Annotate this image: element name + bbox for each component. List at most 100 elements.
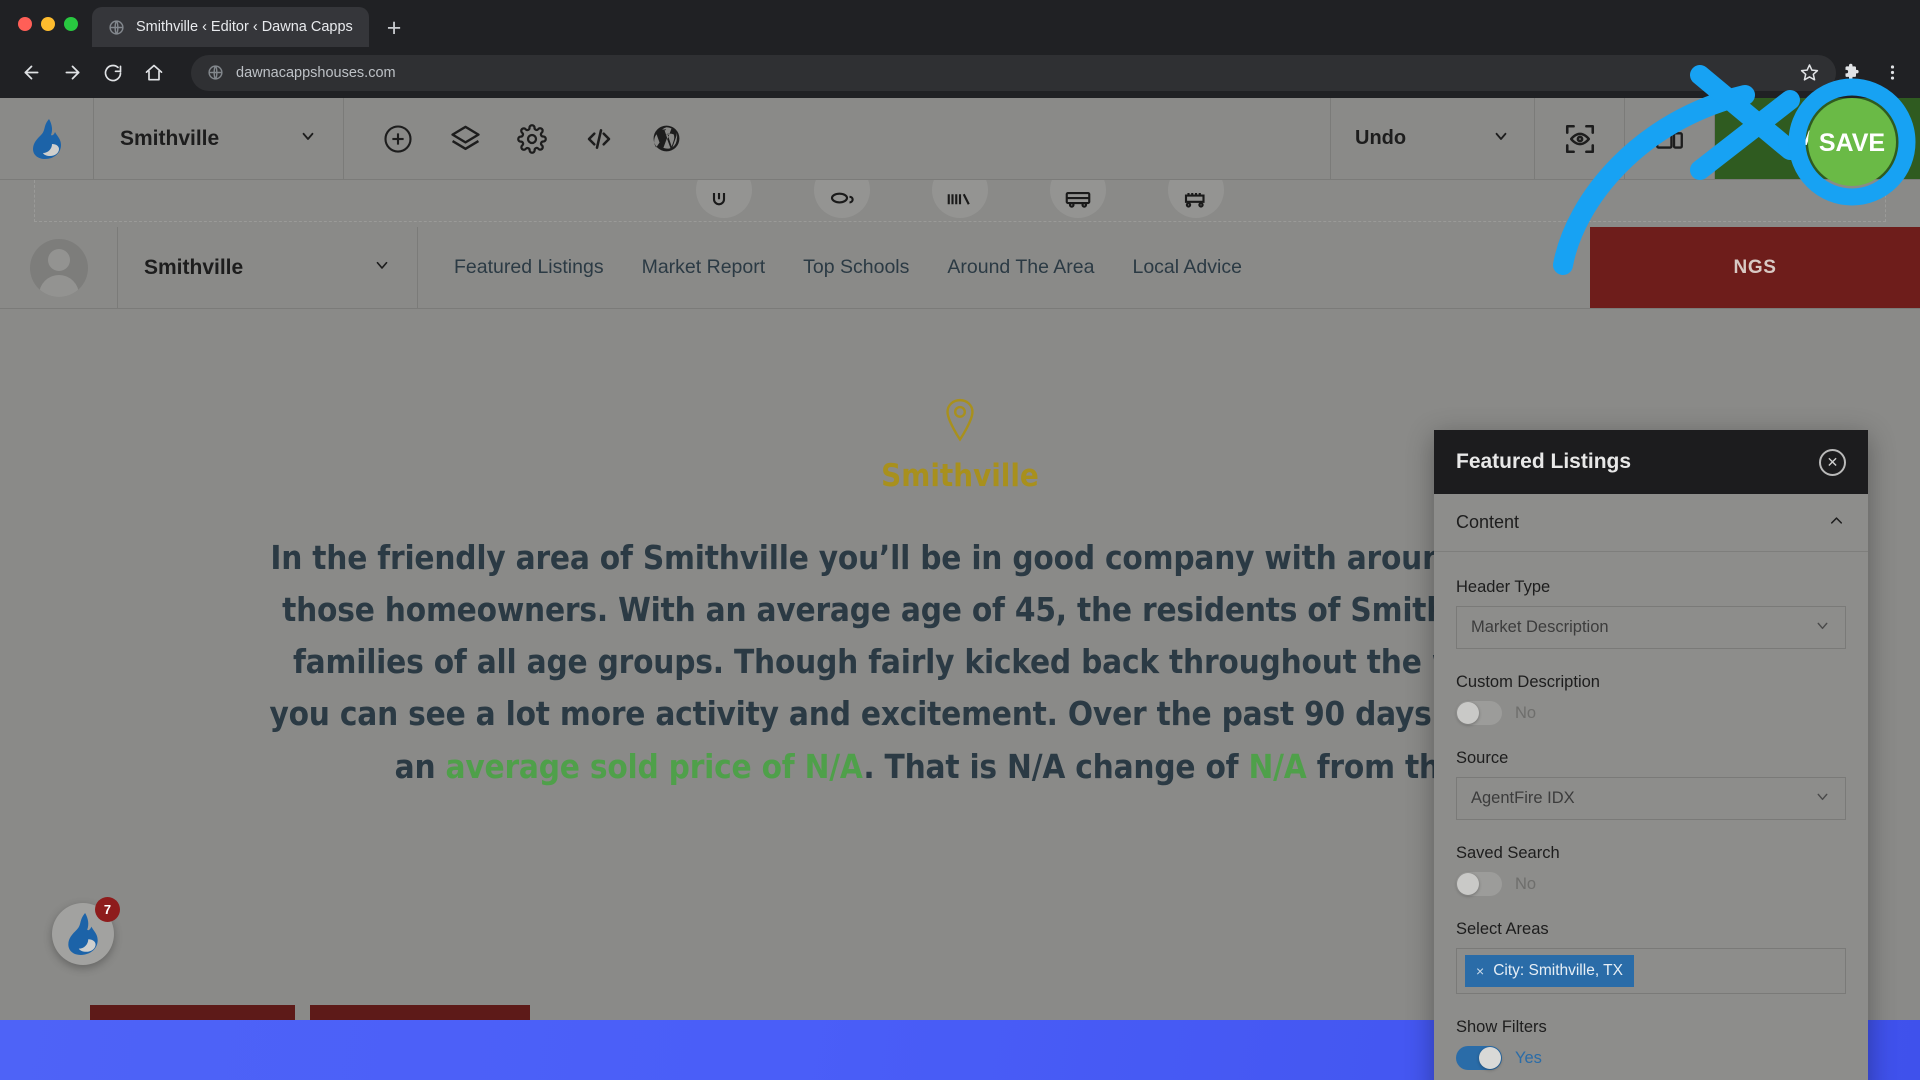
undo-label: Undo — [1355, 127, 1407, 149]
area-tag-label: City: Smithville, TX — [1493, 962, 1623, 979]
nav-site-selector[interactable]: Smithville — [118, 227, 418, 308]
browser-tab-title: Smithville ‹ Editor ‹ Dawna Capps — [136, 19, 353, 35]
transit-icon[interactable] — [1050, 180, 1106, 218]
field-select-areas: Select Areas × City: Smithville, TX — [1456, 920, 1846, 994]
field-header-type: Header Type Market Description — [1456, 578, 1846, 649]
nav-link-local-advice[interactable]: Local Advice — [1132, 256, 1242, 279]
source-select[interactable]: AgentFire IDX — [1456, 777, 1846, 820]
maximize-window-button[interactable] — [64, 16, 78, 31]
chevron-down-icon — [373, 256, 391, 280]
nav-links: Featured Listings Market Report Top Scho… — [418, 256, 1242, 279]
show-filters-toggle-row: Yes — [1456, 1046, 1846, 1070]
code-icon[interactable] — [583, 123, 615, 155]
browser-tabstrip: Smithville ‹ Editor ‹ Dawna Capps + — [0, 0, 1920, 47]
site-selector-label: Smithville — [120, 126, 220, 150]
site-globe-icon — [207, 64, 224, 81]
toggle-knob — [1457, 702, 1479, 724]
reload-button[interactable] — [95, 55, 131, 91]
browser-toolbar: dawnacappshouses.com — [0, 47, 1920, 98]
field-saved-search-label: Saved Search — [1456, 844, 1560, 862]
header-type-select[interactable]: Market Description — [1456, 606, 1846, 649]
avatar[interactable] — [29, 238, 88, 297]
back-button[interactable] — [13, 55, 49, 91]
chevron-up-icon — [1827, 511, 1846, 535]
paragraph-change-value: N/A — [1248, 746, 1307, 786]
close-icon[interactable]: ✕ — [1819, 448, 1846, 476]
chevron-down-icon — [1814, 617, 1831, 639]
site-navigation: Smithville Featured Listings Market Repo… — [0, 227, 1920, 309]
toggle-knob — [1457, 873, 1479, 895]
nav-cta-button[interactable]: NGS — [1590, 227, 1920, 308]
restaurant-icon[interactable] — [696, 180, 752, 218]
field-source-label: Source — [1456, 749, 1509, 767]
inspector-title: Featured Listings — [1456, 450, 1632, 473]
bookmark-star-icon[interactable] — [1798, 62, 1820, 84]
paragraph-line-3: families of all age groups. Though fairl… — [292, 642, 1628, 682]
add-element-icon[interactable] — [382, 123, 414, 155]
paragraph-line-5-a: an — [394, 746, 446, 786]
kebab-menu-icon[interactable] — [1881, 62, 1903, 84]
saved-search-toggle[interactable] — [1456, 872, 1502, 896]
header-type-value: Market Description — [1471, 618, 1609, 636]
close-window-button[interactable] — [18, 16, 32, 31]
chevron-down-icon — [1814, 788, 1831, 810]
page-canvas: Smithville Featured Listings Market Repo… — [0, 180, 1920, 1080]
show-filters-toggle[interactable] — [1456, 1046, 1502, 1070]
nav-link-market-report[interactable]: Market Report — [642, 256, 766, 279]
category-icon-strip — [34, 180, 1886, 222]
element-inspector-panel: Featured Listings ✕ Content Header Type … — [1434, 430, 1868, 1080]
inspector-body: Header Type Market Description Custom De… — [1434, 552, 1868, 1080]
paragraph-line-5-c: . That is N/A change of — [863, 746, 1249, 786]
select-areas-input[interactable]: × City: Smithville, TX — [1456, 948, 1846, 994]
area-tag[interactable]: × City: Smithville, TX — [1465, 955, 1634, 987]
field-header-type-label: Header Type — [1456, 578, 1551, 596]
custom-description-toggle-row: No — [1456, 701, 1846, 725]
shopping-icon[interactable] — [932, 180, 988, 218]
inspector-section-label: Content — [1456, 512, 1520, 532]
address-bar[interactable]: dawnacappshouses.com — [191, 54, 1836, 91]
new-tab-button[interactable]: + — [387, 16, 402, 47]
custom-description-toggle[interactable] — [1456, 701, 1502, 725]
puzzle-icon[interactable] — [1841, 62, 1863, 84]
window-traffic-lights[interactable] — [14, 0, 92, 47]
show-filters-value: Yes — [1515, 1048, 1542, 1067]
preview-eye-icon[interactable] — [1535, 98, 1625, 179]
editor-toolbar: Smithville Undo SAVE — [0, 98, 1920, 180]
field-custom-description-label: Custom Description — [1456, 673, 1600, 691]
coffee-icon[interactable] — [814, 180, 870, 218]
remove-tag-icon[interactable]: × — [1476, 963, 1484, 979]
agentfire-help-fab[interactable]: 7 — [52, 897, 120, 965]
responsive-view-icon[interactable] — [1625, 98, 1715, 179]
nav-link-featured-listings[interactable]: Featured Listings — [454, 256, 604, 279]
nav-site-label: Smithville — [144, 255, 244, 279]
fab-notification-badge: 7 — [95, 897, 120, 922]
nav-link-top-schools[interactable]: Top Schools — [803, 256, 909, 279]
save-button[interactable]: SAVE — [1715, 98, 1920, 179]
field-show-filters: Show Filters Yes — [1456, 1018, 1846, 1070]
wordpress-icon[interactable] — [650, 123, 682, 155]
agentfire-flame-logo[interactable] — [0, 98, 94, 179]
site-selector[interactable]: Smithville — [94, 98, 344, 179]
browser-tab-active[interactable]: Smithville ‹ Editor ‹ Dawna Capps — [92, 7, 369, 47]
field-select-areas-label: Select Areas — [1456, 920, 1549, 938]
park-icon[interactable] — [1168, 180, 1224, 218]
inspector-section-content[interactable]: Content — [1434, 494, 1868, 552]
undo-dropdown[interactable]: Undo — [1330, 98, 1535, 179]
forward-button[interactable] — [54, 55, 90, 91]
saved-search-value: No — [1515, 874, 1537, 893]
map-pin-icon — [943, 398, 977, 444]
field-show-filters-label: Show Filters — [1456, 1018, 1547, 1036]
custom-description-value: No — [1515, 703, 1537, 722]
settings-gear-icon[interactable] — [516, 123, 548, 155]
field-custom-description: Custom Description No — [1456, 673, 1846, 725]
browser-chrome: Smithville ‹ Editor ‹ Dawna Capps + dawn… — [0, 0, 1920, 98]
save-button-label: SAVE — [1788, 126, 1847, 150]
layers-icon[interactable] — [449, 123, 481, 155]
address-bar-url: dawnacappshouses.com — [236, 64, 396, 81]
nav-link-around-the-area[interactable]: Around The Area — [947, 256, 1094, 279]
minimize-window-button[interactable] — [41, 16, 55, 31]
toggle-knob — [1479, 1047, 1501, 1069]
editor-tool-icons — [344, 98, 720, 179]
source-value: AgentFire IDX — [1471, 789, 1575, 807]
home-button[interactable] — [136, 55, 172, 91]
